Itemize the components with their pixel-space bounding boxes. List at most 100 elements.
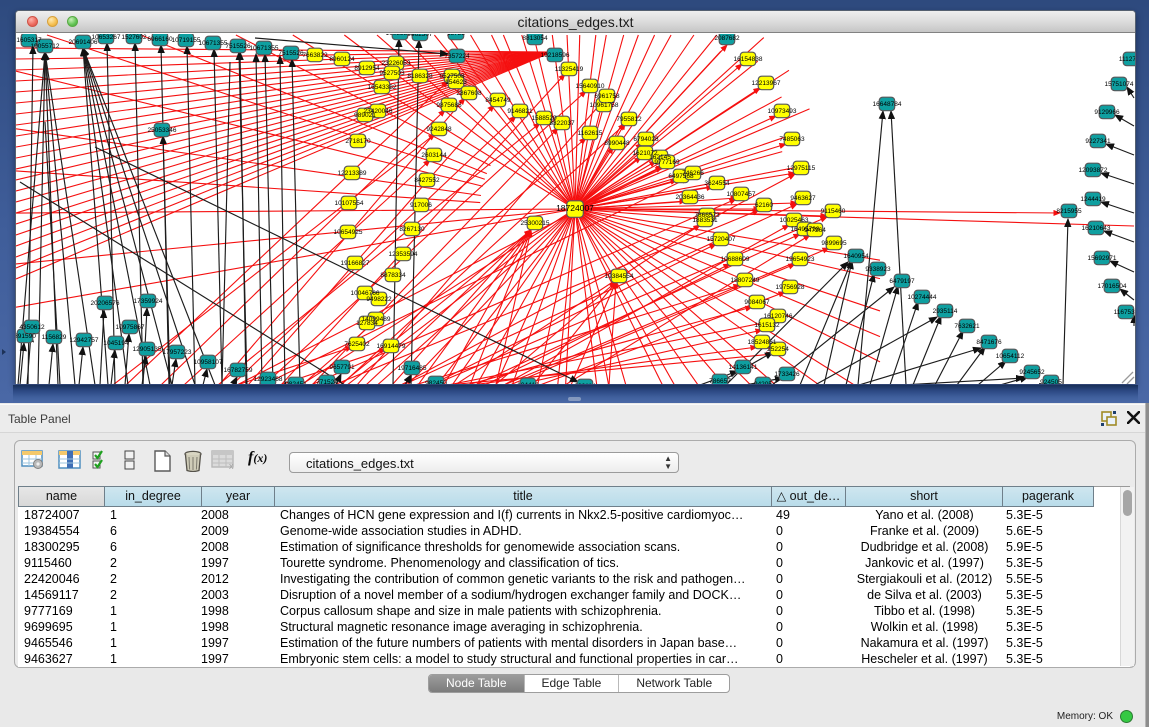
svg-text:9245652: 9245652 [1019,369,1045,376]
svg-text:1112748: 1112748 [1119,56,1135,63]
svg-text:10961758: 10961758 [590,102,619,109]
svg-text:18724007: 18724007 [556,203,594,213]
svg-text:94205: 94205 [754,381,772,384]
svg-text:25300215: 25300215 [521,220,550,227]
svg-text:9657791: 9657791 [329,364,355,371]
svg-text:7663822: 7663822 [302,52,328,59]
svg-text:12942757: 12942757 [70,337,99,344]
svg-text:12353594: 12353594 [389,251,418,258]
svg-text:10688609: 10688609 [721,256,750,263]
svg-text:15751074: 15751074 [1105,81,1134,88]
svg-text:154623: 154623 [445,79,467,86]
svg-text:16543382: 16543382 [368,84,397,91]
svg-text:1244419: 1244419 [1080,196,1106,203]
svg-text:10025463: 10025463 [780,217,809,224]
svg-text:12213389: 12213389 [338,170,367,177]
svg-text:19055712: 19055712 [31,43,60,50]
svg-text:252254: 252254 [767,346,789,353]
svg-text:8960124: 8960124 [329,56,355,63]
svg-text:982451: 982451 [285,381,307,384]
svg-text:3624554: 3624554 [704,180,730,187]
svg-text:8322037: 8322037 [549,120,575,127]
svg-text:19218596: 19218596 [541,52,570,59]
svg-text:25053346: 25053346 [148,127,177,134]
svg-text:8912954: 8912954 [354,65,380,72]
svg-text:6966160: 6966160 [147,36,173,43]
svg-text:15723: 15723 [447,34,465,37]
svg-text:9115460: 9115460 [821,208,846,215]
svg-text:1045194: 1045194 [103,340,129,347]
svg-text:8427552: 8427552 [414,177,440,184]
svg-text:9527503: 9527503 [379,70,405,77]
svg-text:18807249: 18807249 [731,277,760,284]
svg-text:9463627: 9463627 [790,195,816,202]
svg-text:10671355: 10671355 [250,45,279,52]
svg-text:16120746: 16120746 [764,313,793,320]
svg-text:2935114: 2935114 [933,308,958,315]
svg-text:9338923: 9338923 [865,266,891,273]
svg-text:924505: 924505 [1040,379,1062,384]
svg-text:12093872: 12093872 [1079,167,1108,174]
svg-text:8454749: 8454749 [485,97,511,104]
svg-text:2718170: 2718170 [345,138,371,145]
svg-text:9146821: 9146821 [507,108,533,115]
svg-text:16782759: 16782759 [224,367,253,374]
svg-text:2603144: 2603144 [421,152,447,159]
svg-text:15720407: 15720407 [707,236,736,243]
svg-text:15640910: 15640910 [576,83,605,90]
svg-text:989021: 989021 [354,112,376,119]
svg-text:9875685: 9875685 [436,102,462,109]
svg-text:7625402: 7625402 [344,341,370,348]
svg-text:10654925: 10654925 [334,229,363,236]
svg-text:10807457: 10807457 [727,191,756,198]
svg-text:1640954: 1640954 [843,253,869,260]
svg-text:18524861: 18524861 [748,339,777,346]
svg-text:10654112: 10654112 [996,353,1025,360]
svg-text:8878334: 8878334 [380,272,406,279]
svg-text:16914479: 16914479 [377,343,406,350]
svg-text:982450: 982450 [425,380,447,384]
svg-text:10973493: 10973493 [768,108,797,115]
svg-text:x: x [229,461,234,470]
svg-text:62160: 62160 [755,202,773,209]
svg-text:391590: 391590 [16,333,36,340]
svg-text:6794028: 6794028 [633,136,659,143]
svg-text:9129966: 9129966 [1094,109,1120,116]
svg-text:1883531: 1883531 [692,217,718,224]
svg-text:14136141: 14136141 [729,364,758,371]
svg-text:8990448: 8990448 [604,140,630,147]
svg-text:12923468: 12923468 [254,376,283,383]
svg-text:16648784: 16648784 [873,101,902,108]
svg-text:1615132: 1615132 [754,322,780,329]
svg-text:20364436: 20364436 [676,194,705,201]
svg-text:8813054: 8813054 [522,35,548,42]
svg-text:7632621: 7632621 [954,323,980,330]
svg-text:7515526: 7515526 [225,43,251,50]
svg-text:19716485: 19716485 [398,365,427,372]
svg-text:104419: 104419 [517,382,539,384]
svg-text:10975867: 10975867 [116,324,145,331]
svg-text:8471676: 8471676 [976,339,1002,346]
svg-text:917006: 917006 [410,202,432,209]
svg-text:1733426: 1733426 [774,371,800,378]
svg-text:16210643: 16210643 [1082,225,1111,232]
svg-text:6961758: 6961758 [594,93,620,100]
svg-text:10671355: 10671355 [199,40,228,47]
svg-text:20206576: 20206576 [91,300,120,307]
svg-text:7485063: 7485063 [779,136,805,143]
svg-text:19384554: 19384554 [605,273,634,280]
svg-text:746266: 746266 [682,170,704,177]
svg-text:9862307: 9862307 [407,34,433,38]
svg-text:9227341: 9227341 [1085,138,1111,145]
svg-text:7357224: 7357224 [444,53,470,60]
svg-text:10719155: 10719155 [172,37,201,44]
svg-text:7955812: 7955812 [616,116,642,123]
svg-text:771524: 771524 [316,379,338,384]
svg-text:17016504: 17016504 [1098,283,1127,290]
svg-text:2087682: 2087682 [714,35,740,42]
svg-text:19756928: 19756928 [776,284,805,291]
svg-text:12975115: 12975115 [787,165,816,172]
svg-text:10653267: 10653267 [92,34,121,41]
svg-text:230114: 230114 [574,383,596,384]
svg-text:16154838: 16154838 [734,56,763,63]
